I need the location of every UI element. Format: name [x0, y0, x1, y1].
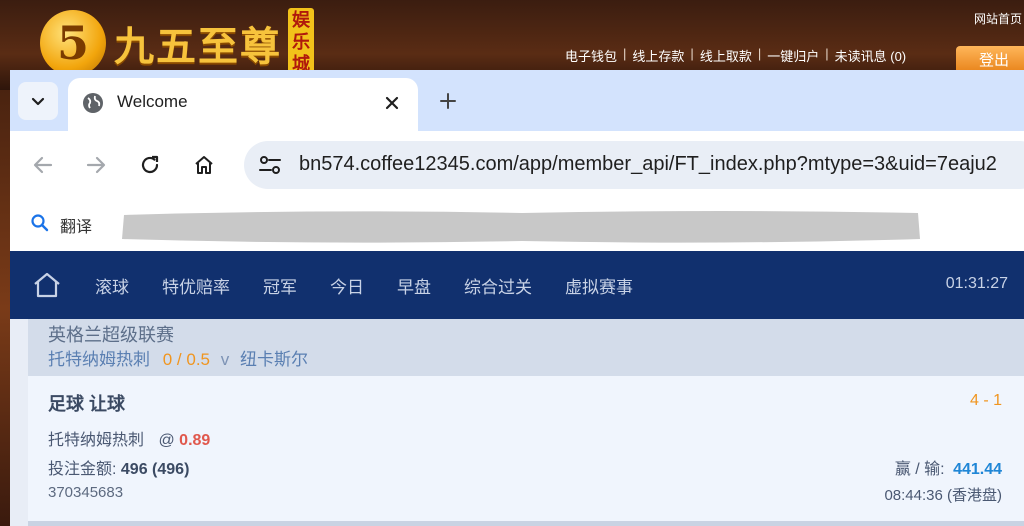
logo-text: 九五至尊 — [114, 23, 282, 70]
nav-separator: | — [690, 46, 694, 61]
site-home-link[interactable]: 网站首页 — [974, 10, 1022, 27]
site-nav-deposit[interactable]: 线上存款 — [632, 46, 684, 65]
logo-badge: 5 — [40, 10, 106, 76]
nav-parlay[interactable]: 综合过关 — [464, 273, 532, 298]
nav-today[interactable]: 今日 — [330, 273, 364, 298]
nav-separator: | — [825, 46, 829, 61]
nav-virtual[interactable]: 虚拟赛事 — [565, 273, 633, 298]
browser-toolbar: bn574.coffee12345.com/app/member_api/FT_… — [10, 131, 1024, 199]
clock: 01:31:27 — [945, 275, 1008, 292]
score: 4 - 1 — [969, 392, 1002, 409]
winloss-value: 441.44 — [953, 461, 1002, 478]
globe-icon — [83, 93, 103, 113]
address-bar[interactable]: bn574.coffee12345.com/app/member_api/FT_… — [244, 141, 1024, 189]
nav-early[interactable]: 早盘 — [397, 273, 431, 298]
tab-close-button[interactable] — [380, 91, 404, 115]
logo-tag: 娱乐城 — [288, 8, 314, 78]
winloss-label: 赢 / 输: — [894, 461, 945, 478]
new-tab-button[interactable] — [436, 89, 460, 113]
bookmark-translate[interactable]: 翻译 — [60, 213, 92, 237]
at-sign: @ — [158, 432, 175, 449]
bet-record: 足球 让球 4 - 1 托特纳姆热刺 @ 0.89 投注金额: 496 (496… — [28, 376, 1024, 521]
site-settings-icon[interactable] — [256, 151, 284, 179]
search-icon — [31, 214, 49, 232]
match-header: 英格兰超级联赛 托特纳姆热刺 0 / 0.5 v 纽卡斯尔 — [28, 319, 1024, 376]
win-loss: 赢 / 输: 441.44 — [895, 455, 1002, 479]
plus-icon — [440, 93, 456, 109]
match-teams: 托特纳姆热刺 0 / 0.5 v 纽卡斯尔 — [48, 345, 308, 370]
ticket-id: 370345683 — [48, 484, 124, 501]
forward-arrow-icon — [86, 156, 106, 174]
betting-page: 滚球 特优赔率 冠军 今日 早盘 综合过关 虚拟赛事 01:31:27 英格兰超… — [10, 251, 1024, 526]
site-logo[interactable]: 5 九五至尊 娱乐城 — [40, 8, 314, 78]
app-nav-bar: 滚球 特优赔率 冠军 今日 早盘 综合过关 虚拟赛事 01:31:27 — [10, 251, 1024, 319]
tab-welcome[interactable]: Welcome — [68, 78, 418, 131]
site-nav: 电子钱包 | 线上存款 | 线上取款 | 一键归户 | 未读讯息 (0) — [565, 46, 906, 65]
next-record-edge — [28, 521, 1024, 526]
stake-label: 投注金额: — [48, 461, 117, 478]
nav-separator: | — [623, 46, 627, 61]
ticket-time: 08:44:36 (香港盘) — [884, 487, 1002, 504]
tab-search-button[interactable] — [18, 82, 58, 120]
site-nav-messages[interactable]: 未读讯息 (0) — [835, 46, 907, 65]
chevron-down-icon — [31, 97, 45, 106]
odds: 0.89 — [179, 432, 211, 449]
back-button[interactable] — [28, 150, 58, 180]
nav-champion[interactable]: 冠军 — [263, 273, 297, 298]
nav-special-odds[interactable]: 特优赔率 — [162, 273, 230, 298]
reload-icon — [141, 155, 159, 174]
forward-button[interactable] — [81, 150, 111, 180]
bet-pick: 托特纳姆热刺 @ 0.89 — [48, 426, 210, 450]
home-button[interactable] — [189, 150, 219, 180]
url-text[interactable]: bn574.coffee12345.com/app/member_api/FT_… — [299, 153, 997, 176]
tab-title: Welcome — [117, 92, 188, 111]
tab-bar: Welcome — [10, 70, 1024, 131]
site-nav-consolidate[interactable]: 一键归户 — [767, 46, 819, 65]
browser-window: Welcome bn574.coffee12345.com/app/member… — [10, 70, 1024, 526]
away-team: 纽卡斯尔 — [239, 350, 308, 369]
home-team: 托特纳姆热刺 — [48, 350, 150, 369]
close-icon — [385, 96, 399, 110]
back-arrow-icon — [33, 156, 53, 174]
bookmarks-bar: 翻译 — [10, 199, 1024, 251]
nav-live[interactable]: 滚球 — [95, 273, 129, 298]
stake: 投注金额: 496 (496) — [48, 455, 189, 479]
vs-label: v — [220, 350, 230, 369]
stake-value: 496 (496) — [120, 461, 190, 478]
redacted-area — [122, 211, 920, 243]
background-strip — [0, 90, 10, 526]
handicap: 0 / 0.5 — [162, 350, 210, 369]
app-nav-items: 滚球 特优赔率 冠军 今日 早盘 综合过关 虚拟赛事 — [95, 251, 666, 319]
home-icon[interactable] — [32, 271, 62, 299]
site-nav-withdraw[interactable]: 线上取款 — [700, 46, 752, 65]
home-icon — [195, 156, 213, 174]
bet-type: 足球 让球 — [48, 394, 126, 414]
nav-separator: | — [757, 46, 762, 61]
reload-button[interactable] — [135, 150, 165, 180]
league-name: 英格兰超级联赛 — [48, 325, 174, 345]
pick-team: 托特纳姆热刺 — [48, 432, 145, 449]
site-nav-wallet[interactable]: 电子钱包 — [565, 46, 617, 65]
